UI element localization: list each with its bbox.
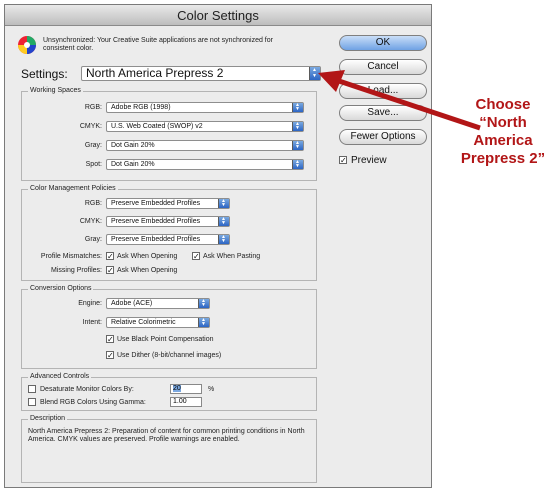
annotation-arrow-icon: [318, 70, 481, 131]
annotation-text: Choose “North America Prepress 2”: [460, 96, 546, 167]
